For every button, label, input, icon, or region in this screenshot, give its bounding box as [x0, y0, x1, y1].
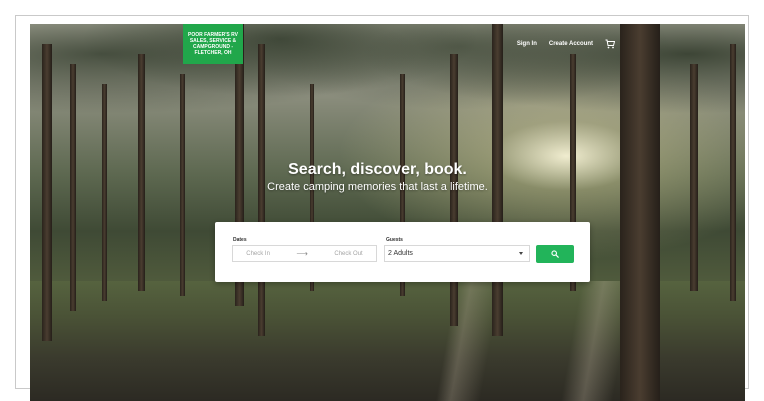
dates-label: Dates: [233, 237, 247, 243]
chevron-down-icon: [519, 252, 523, 255]
search-button[interactable]: [536, 245, 574, 263]
sign-in-link[interactable]: Sign In: [517, 41, 537, 47]
hero-subtitle: Create camping memories that last a life…: [267, 181, 488, 193]
hero-title: Search, discover, book.: [288, 161, 467, 178]
guests-select[interactable]: 2 Adults: [384, 245, 530, 262]
search-icon: [551, 245, 559, 263]
guests-value: 2 Adults: [388, 250, 413, 257]
search-panel: Dates Guests Check In ⟶ Check Out 2 Adul…: [215, 222, 590, 282]
page-frame: POOR FARMER'S RV SALES, SERVICE & CAMPGR…: [15, 15, 749, 401]
brand-logo-text: POOR FARMER'S RV SALES, SERVICE & CAMPGR…: [188, 32, 238, 56]
hero-headline-block: Search, discover, book. Create camping m…: [30, 161, 745, 193]
create-account-link[interactable]: Create Account: [549, 41, 593, 47]
guests-label: Guests: [386, 237, 403, 243]
top-nav: Sign In Create Account: [517, 39, 616, 49]
shopping-cart-icon[interactable]: [605, 39, 616, 49]
check-in-input[interactable]: Check In: [246, 251, 270, 257]
brand-logo[interactable]: POOR FARMER'S RV SALES, SERVICE & CAMPGR…: [183, 24, 243, 64]
date-range-field[interactable]: Check In ⟶ Check Out: [232, 245, 377, 262]
arrow-right-icon: ⟶: [296, 249, 308, 258]
hero-background: POOR FARMER'S RV SALES, SERVICE & CAMPGR…: [30, 24, 745, 401]
tree-trunk-foreground: [620, 24, 660, 401]
check-out-input[interactable]: Check Out: [334, 251, 362, 257]
